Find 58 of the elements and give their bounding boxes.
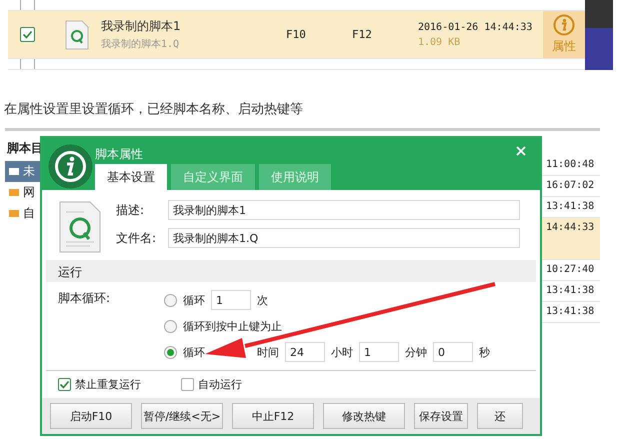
dialog-title: 脚本属性 <box>95 146 143 163</box>
radio-button[interactable] <box>164 294 177 306</box>
sidebar-item[interactable]: 自 <box>5 203 65 224</box>
radio-button[interactable] <box>164 346 177 358</box>
checkbox[interactable] <box>20 27 35 42</box>
hours-field[interactable]: 24 <box>285 342 325 362</box>
option-label: 时间 <box>257 344 279 360</box>
checkbox-label: 自动运行 <box>198 377 242 392</box>
check-icon <box>22 29 33 40</box>
sidebar-item[interactable]: 网 <box>5 182 65 203</box>
action-button[interactable]: 启动F10 <box>50 403 132 429</box>
filename-field[interactable]: 我录制的脚本1.Q <box>168 228 520 248</box>
script-name: 我录制的脚本1 <box>101 18 182 35</box>
count-field[interactable]: 1 <box>211 290 251 310</box>
action-button[interactable]: 修改热键 <box>323 403 405 429</box>
folder-icon <box>9 210 19 217</box>
close-icon <box>516 146 526 156</box>
file-size: 1.09 KB <box>418 36 462 48</box>
time-cell: 14:44:33 <box>542 218 600 260</box>
action-button[interactable]: 暂停/继续<无> <box>141 403 223 429</box>
checkbox-label: 禁止重复运行 <box>75 377 141 392</box>
description-field[interactable]: 我录制的脚本1 <box>168 200 520 220</box>
checkbox[interactable] <box>181 378 194 391</box>
unit-label: 分钟 <box>405 344 427 360</box>
caption-text: 在属性设置里设置循环，已经脚本名称、启动热键等 <box>4 101 304 119</box>
section-header: 运行 <box>46 260 536 282</box>
info-icon <box>553 14 575 36</box>
check-icon <box>59 379 70 390</box>
option-label: 循环到按中止键为止 <box>183 318 282 334</box>
photo-placeholder <box>585 0 613 70</box>
list-row[interactable] <box>8 59 585 70</box>
unit-label: 秒 <box>479 344 490 360</box>
seconds-field[interactable]: 0 <box>433 342 473 362</box>
checkbox[interactable] <box>58 378 71 391</box>
folder-icon <box>9 168 19 175</box>
action-button[interactable]: 保存设置 <box>414 403 468 429</box>
radio-button[interactable] <box>164 320 177 332</box>
modified-date: 2016-01-26 14:44:33 <box>418 22 534 32</box>
field-label: 描述: <box>116 202 146 218</box>
field-label: 文件名: <box>116 230 158 246</box>
tab[interactable]: 基本设置 <box>95 164 167 190</box>
folder-icon <box>9 189 19 196</box>
stop-key: F12 <box>352 28 418 41</box>
info-icon <box>48 144 93 189</box>
start-key: F10 <box>286 28 352 41</box>
file-name: 我录制的脚本1.Q <box>101 38 180 51</box>
action-button[interactable]: 中止F12 <box>232 403 314 429</box>
list-row[interactable]: 我录制的脚本1 我录制的脚本1.Q F10 F12 2016-01-26 14:44:33 1.09 KB 属性 <box>8 11 585 59</box>
field-label: 脚本循环: <box>58 290 112 307</box>
minutes-field[interactable]: 1 <box>359 342 399 362</box>
list-row[interactable] <box>8 0 585 11</box>
option-label: 循环 <box>183 344 205 360</box>
unit-label: 次 <box>257 292 268 308</box>
file-icon <box>65 20 89 50</box>
unit-label: 小时 <box>331 344 353 360</box>
option-label: 循环 <box>183 292 205 308</box>
action-button[interactable]: 还 <box>477 403 523 429</box>
file-icon <box>58 200 102 254</box>
